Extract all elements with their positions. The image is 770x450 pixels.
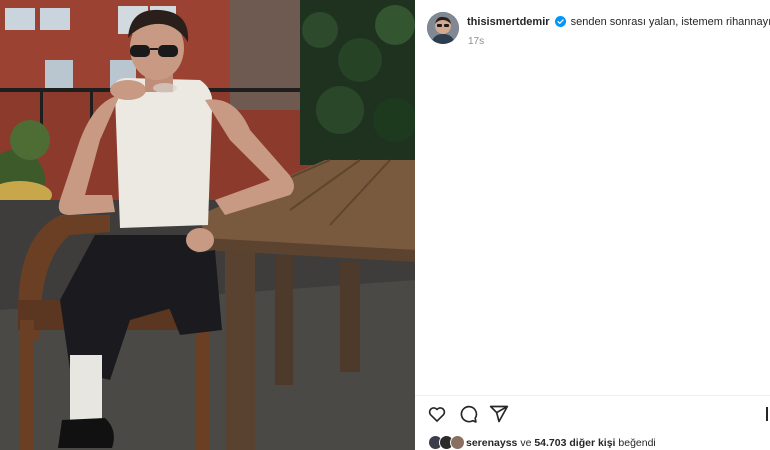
liker-avatars	[428, 435, 466, 450]
likes-connector: ve	[520, 436, 532, 449]
author-username[interactable]: thisismertdemir	[467, 16, 550, 28]
first-liker-name[interactable]: serenayss	[466, 437, 517, 449]
likes-suffix: beğendi	[618, 436, 656, 449]
caption: thisismertdemir senden sonrası yalan, is…	[467, 12, 770, 29]
likes-count[interactable]: 54.703 diğer kişi	[534, 437, 615, 449]
heart-icon	[428, 407, 446, 422]
author-avatar[interactable]	[427, 12, 459, 44]
likes-text: serenayss ve 54.703 diğer kişi beğendi	[466, 437, 656, 449]
save-button-edge[interactable]	[766, 407, 768, 421]
actions-divider	[415, 395, 770, 396]
comment-button[interactable]	[458, 404, 480, 426]
post-panel: thisismertdemir senden sonrası yalan, is…	[415, 0, 770, 450]
share-icon	[489, 405, 509, 423]
verified-badge-icon	[554, 16, 566, 27]
comment-icon	[460, 405, 478, 423]
likes-summary[interactable]: serenayss ve 54.703 diğer kişi beğendi	[428, 435, 656, 450]
caption-text: senden sonrası yalan, istemem rihannayı …	[570, 16, 770, 28]
like-button[interactable]	[427, 404, 449, 426]
post-image	[0, 0, 415, 450]
action-bar	[427, 404, 520, 426]
post-photo[interactable]	[0, 0, 415, 450]
share-button[interactable]	[489, 404, 511, 426]
post-time[interactable]: 17s	[468, 36, 484, 47]
avatar	[450, 435, 465, 450]
